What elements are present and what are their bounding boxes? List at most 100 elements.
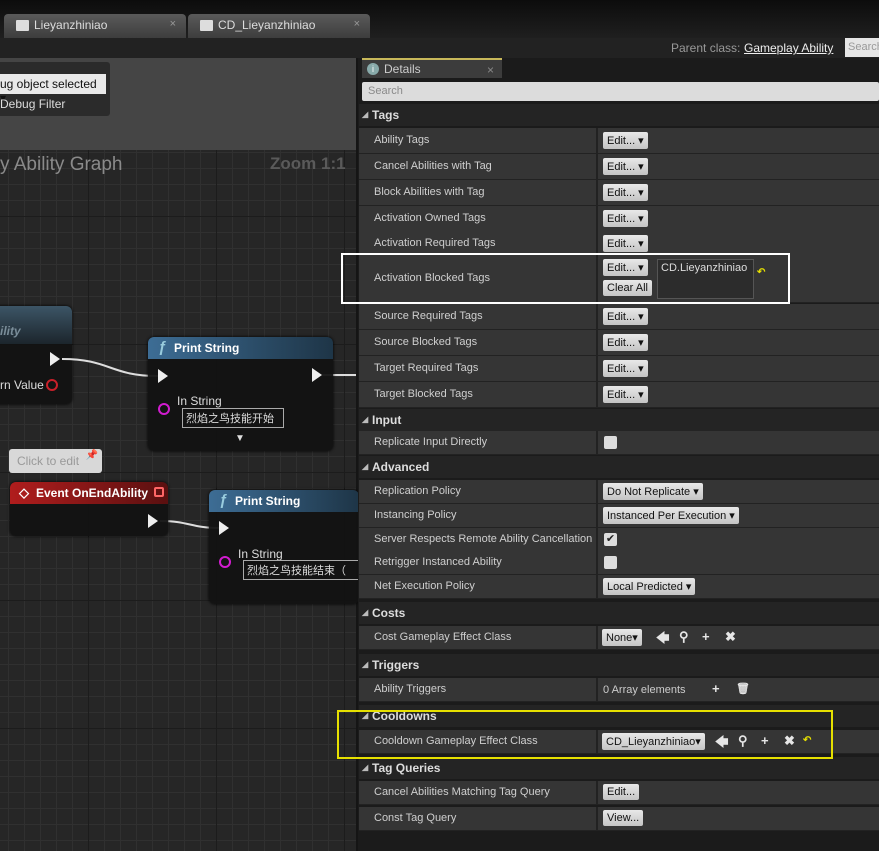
event-icon: ◇ [19,485,29,500]
delegate-pin[interactable] [154,487,164,497]
print-string-node[interactable]: ƒ Print String In String 烈焰之鸟技能开始 ▼ [148,337,333,451]
column-divider[interactable] [596,626,598,649]
edit-tags-button[interactable]: Edit... ▾ [603,132,648,149]
property-row: Block Abilities with Tag Edit... ▾ [359,180,879,206]
property-label: Source Blocked Tags [374,336,478,348]
expand-arrow-icon[interactable]: ▼ [235,433,245,444]
column-divider[interactable] [596,678,598,701]
in-string-input[interactable]: 烈焰之鸟技能开始 [182,408,284,428]
section-header-advanced[interactable]: ◢ Advanced [359,456,879,478]
close-icon[interactable]: × [487,63,494,77]
checkbox[interactable] [604,436,617,449]
in-string-label: In String [238,547,283,561]
trash-icon[interactable]: 🗑 [736,682,750,695]
exec-out-pin[interactable] [312,368,322,382]
details-tab[interactable]: i Details × [362,58,502,78]
edit-tags-button[interactable]: Edit... ▾ [603,210,648,227]
section-header-costs[interactable]: ◢ Costs [359,602,879,624]
in-string-label: In String [177,394,222,408]
property-row: Target Required Tags Edit... ▾ [359,356,879,382]
property-label: Target Required Tags [374,362,479,374]
blueprint-search[interactable]: Search [845,38,879,57]
column-divider[interactable] [596,528,598,551]
policy-dropdown[interactable]: Instanced Per Execution ▾ [603,507,739,524]
comment-bubble[interactable]: Click to edit 📌 [9,449,102,473]
property-row: Target Blocked Tags Edit... ▾ [359,382,879,408]
collapse-triangle-icon[interactable]: ◢ [362,763,368,772]
column-divider[interactable] [596,356,598,381]
class-picker-dropdown[interactable]: None▾ [602,629,642,646]
checkbox[interactable] [604,556,617,569]
pin-icon[interactable]: 📌 [86,450,98,461]
exec-out-pin[interactable] [148,514,158,528]
details-tab-label: Details [384,62,421,76]
parent-class-label: Parent class: [671,41,741,55]
column-divider[interactable] [596,781,598,804]
edit-tags-button[interactable]: Edit... ▾ [603,386,648,403]
property-label: Ability Triggers [374,683,447,695]
column-divider[interactable] [596,128,598,153]
edit-tags-button[interactable]: Edit... ▾ [603,360,648,377]
array-count: 0 Array elements [603,684,686,696]
policy-dropdown[interactable]: Local Predicted ▾ [603,578,696,595]
dropdown-value: Do Not Replicate [607,486,691,498]
property-row: Instancing Policy Instanced Per Execution… [359,504,879,528]
property-row: Cancel Abilities with Tag Edit... ▾ [359,154,879,180]
use-selected-arrow-icon[interactable]: 🡄 [656,629,669,651]
edit-tags-button[interactable]: Edit... ▾ [603,184,648,201]
edit-tags-button[interactable]: Edit... ▾ [603,334,648,351]
edit-tags-button[interactable]: Edit... ▾ [603,308,648,325]
column-divider[interactable] [596,330,598,355]
column-divider[interactable] [596,807,598,830]
button-label: Edit... [607,311,636,323]
property-label: Server Respects Remote Ability Cancellat… [374,533,593,545]
column-divider[interactable] [596,206,598,231]
property-row: Replicate Input Directly [359,431,879,455]
print-string-node[interactable]: ƒ Print String In String 烈焰之鸟技能结束（ [209,490,359,604]
details-search-input[interactable]: Search [362,82,879,101]
property-row: Net Execution Policy Local Predicted ▾ [359,575,879,599]
column-divider[interactable] [596,154,598,179]
policy-dropdown[interactable]: Do Not Replicate ▾ [603,483,703,500]
in-string-input[interactable]: 烈焰之鸟技能结束（ [243,560,359,580]
column-divider[interactable] [596,382,598,407]
column-divider[interactable] [596,504,598,527]
property-row: Ability Tags Edit... ▾ [359,128,879,154]
column-divider[interactable] [596,431,598,454]
exec-in-pin[interactable] [158,369,168,383]
parent-class-link[interactable]: Gameplay Ability [744,41,833,55]
in-string-pin[interactable] [158,403,170,415]
in-string-pin[interactable] [219,556,231,568]
event-onendability-node[interactable]: ◇ Event OnEndAbility [10,482,168,536]
collapse-triangle-icon[interactable]: ◢ [362,462,368,471]
column-divider[interactable] [596,551,598,574]
collapse-triangle-icon[interactable]: ◢ [362,608,368,617]
collapse-triangle-icon[interactable]: ◢ [362,660,368,669]
node-title: Print String [235,494,301,508]
section-header-input[interactable]: ◢ Input [359,409,879,431]
column-divider[interactable] [596,575,598,598]
edit-tags-button[interactable]: Edit... ▾ [603,235,648,252]
dropdown-value: Local Predicted [607,581,683,593]
add-new-icon[interactable]: + [702,629,710,644]
activation-blocked-highlight [341,253,790,304]
property-label: Replication Policy [374,485,461,497]
column-divider[interactable] [596,180,598,205]
exec-in-pin[interactable] [219,521,229,535]
column-divider[interactable] [596,304,598,329]
tag-query-button[interactable]: Edit... [603,784,640,800]
section-header-triggers[interactable]: ◢ Triggers [359,654,879,676]
tag-query-button[interactable]: View... [603,810,644,826]
property-label: Target Blocked Tags [374,388,473,400]
column-divider[interactable] [596,480,598,503]
collapse-triangle-icon[interactable]: ◢ [362,415,368,424]
section-title: Tags [372,108,400,122]
collapse-triangle-icon[interactable]: ◢ [362,110,368,119]
clear-icon[interactable]: ✖ [725,629,736,645]
section-header-tags[interactable]: ◢ Tags [359,104,879,126]
add-element-icon[interactable]: + [712,681,720,696]
checkbox[interactable]: ✔ [604,533,617,546]
edit-tags-button[interactable]: Edit... ▾ [603,158,648,175]
browse-search-icon[interactable]: ⚲ [679,629,689,645]
section-header-tag-queries[interactable]: ◢ Tag Queries [359,757,879,779]
